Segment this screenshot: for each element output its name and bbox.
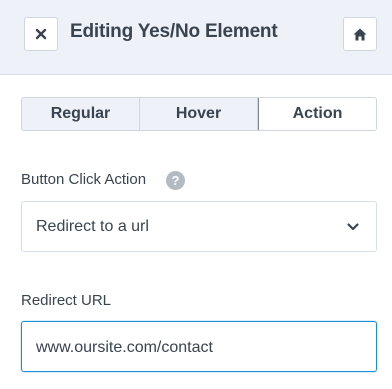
button-click-action-label: Button Click Action: [21, 171, 147, 188]
redirect-url-value: www.oursite.com/contact: [36, 339, 213, 356]
editor-title: Editing Yes/No Element: [70, 21, 278, 42]
home-icon: [353, 28, 367, 40]
close-button[interactable]: [24, 17, 58, 51]
select-value: Redirect to a url: [36, 218, 149, 235]
tab-bar: Regular Hover Action: [21, 97, 377, 131]
help-icon[interactable]: ?: [166, 171, 185, 190]
redirect-url-label: Redirect URL: [21, 292, 112, 309]
tab-regular[interactable]: Regular: [22, 98, 140, 130]
button-click-action-select[interactable]: Redirect to a url: [21, 201, 377, 252]
tab-action[interactable]: Action: [258, 98, 376, 130]
tab-hover[interactable]: Hover: [140, 98, 258, 130]
redirect-url-input[interactable]: www.oursite.com/contact: [21, 321, 377, 372]
chevron-down-icon: [347, 223, 359, 231]
editor-header: Editing Yes/No Element: [0, 0, 392, 75]
home-button[interactable]: [343, 17, 377, 51]
close-icon: [35, 28, 47, 40]
